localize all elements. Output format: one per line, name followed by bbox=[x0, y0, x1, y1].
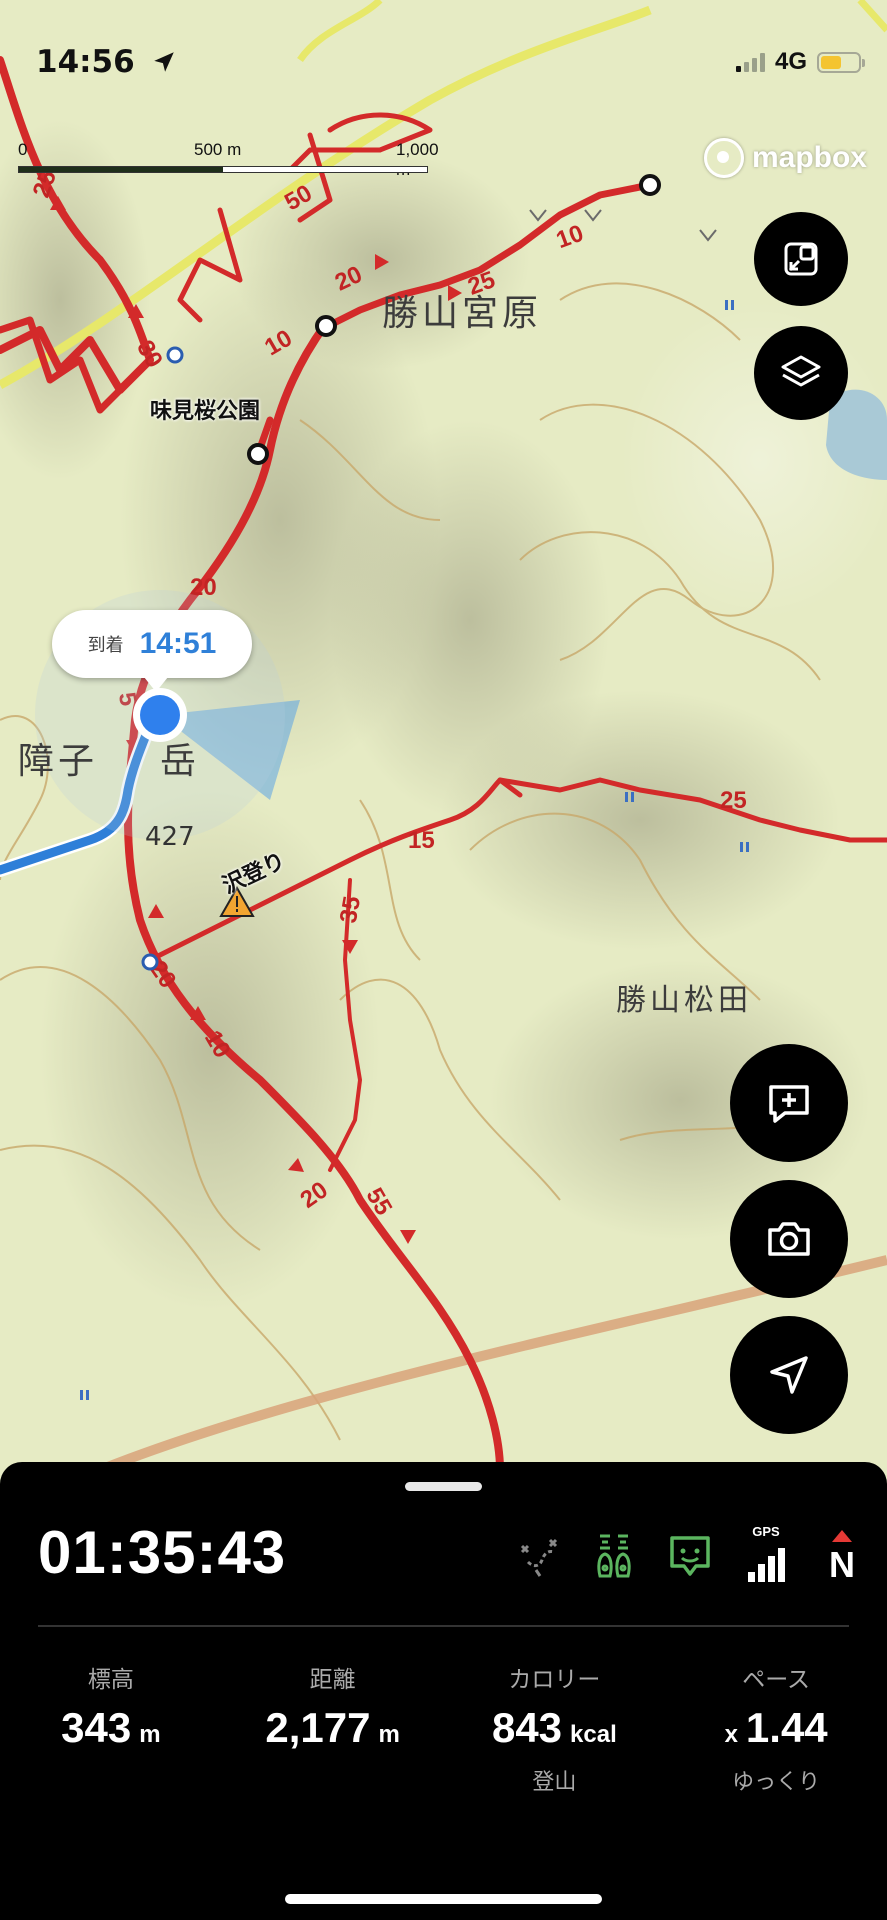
companion-icon[interactable] bbox=[665, 1528, 715, 1584]
activity-panel[interactable]: 01:35:43 GPS N 標高 343 m 距離 2,177 m カロリー … bbox=[0, 1462, 887, 1920]
panel-divider bbox=[38, 1625, 849, 1627]
camera-button[interactable] bbox=[730, 1180, 848, 1298]
elevation-label: 427 bbox=[145, 822, 195, 852]
expand-icon bbox=[784, 242, 818, 276]
gps-label: GPS bbox=[752, 1524, 780, 1539]
stat-calories[interactable]: カロリー 843 kcal 登山 bbox=[444, 1660, 666, 1795]
stat-elevation[interactable]: 標高 343 m bbox=[0, 1660, 222, 1794]
scale-start-label: 0 bbox=[18, 140, 28, 159]
stat-value: 2,177 bbox=[265, 1704, 371, 1751]
stat-distance[interactable]: 距離 2,177 m bbox=[222, 1660, 444, 1794]
camera-icon bbox=[768, 1222, 810, 1256]
stat-unit: kcal bbox=[570, 1721, 617, 1748]
waypoint-marker bbox=[639, 174, 661, 196]
battery-icon bbox=[817, 51, 865, 73]
scale-mid-label: 500 m bbox=[194, 140, 242, 159]
eta-bubble[interactable]: 到着 14:51 bbox=[52, 610, 252, 692]
layers-icon bbox=[781, 355, 821, 387]
waypoint-marker bbox=[315, 315, 337, 337]
stat-unit: m bbox=[139, 1721, 161, 1748]
poi-label[interactable]: 味見桜公園 bbox=[150, 393, 260, 425]
compass-label: N bbox=[829, 1544, 855, 1585]
route-number: 25 bbox=[720, 787, 747, 814]
add-memo-button[interactable] bbox=[730, 1044, 848, 1162]
stat-value: 1.44 bbox=[745, 1704, 828, 1751]
elapsed-timer: 01:35:43 bbox=[38, 1519, 287, 1586]
add-note-icon bbox=[769, 1085, 809, 1123]
location-services-icon bbox=[154, 52, 175, 72]
route-off-icon[interactable] bbox=[513, 1528, 563, 1584]
expand-button[interactable] bbox=[754, 212, 848, 306]
home-indicator[interactable] bbox=[285, 1894, 602, 1904]
stat-sub: 登山 bbox=[532, 1770, 577, 1795]
compass-icon[interactable]: N bbox=[817, 1528, 867, 1585]
place-label: 勝山松田 bbox=[616, 983, 752, 1018]
stat-value: 843 bbox=[491, 1704, 563, 1751]
stat-pace[interactable]: ペース x 1.44 ゆっくり bbox=[665, 1660, 887, 1795]
stat-value: 343 bbox=[61, 1704, 132, 1751]
waypoint-marker bbox=[247, 443, 269, 465]
stat-label: ペース bbox=[742, 1667, 811, 1693]
stat-label: カロリー bbox=[508, 1667, 601, 1693]
place-label: 岳 bbox=[160, 741, 201, 782]
scale-end-label: 1,000 m bbox=[396, 140, 439, 179]
eta-label: 到着 bbox=[87, 635, 124, 656]
mapbox-logo-icon bbox=[703, 138, 744, 178]
mapbox-wordmark: mapbox bbox=[751, 141, 867, 174]
route-number: 35 bbox=[335, 894, 366, 925]
stat-label: 距離 bbox=[309, 1667, 356, 1693]
mapbox-attribution[interactable]: mapbox bbox=[703, 138, 867, 178]
bear-bell-icon[interactable] bbox=[589, 1528, 639, 1584]
status-indicators: 4G bbox=[735, 48, 865, 76]
drag-handle[interactable] bbox=[405, 1482, 482, 1491]
locate-button[interactable] bbox=[730, 1316, 848, 1434]
route-number: 15 bbox=[408, 827, 435, 854]
stat-prefix: x bbox=[724, 1721, 738, 1748]
stat-sub bbox=[0, 1764, 222, 1794]
stats-row: 標高 343 m 距離 2,177 m カロリー 843 kcal 登山 ペース x1… bbox=[0, 1660, 887, 1795]
place-label: 勝山宮原 bbox=[382, 293, 543, 334]
stat-sub: ゆっくり bbox=[732, 1770, 821, 1795]
cellular-signal-icon bbox=[735, 52, 765, 72]
stat-unit: m bbox=[378, 1721, 400, 1748]
eta-time: 14:51 bbox=[139, 627, 217, 660]
status-time: 14:56 bbox=[36, 44, 177, 80]
status-icon-row: GPS N bbox=[513, 1524, 867, 1585]
gps-signal-icon[interactable]: GPS bbox=[741, 1524, 791, 1584]
layers-button[interactable] bbox=[754, 326, 848, 420]
location-arrow-icon bbox=[770, 1356, 808, 1394]
place-label: 障子 bbox=[18, 741, 99, 782]
stat-sub bbox=[222, 1764, 444, 1794]
stat-label: 標高 bbox=[87, 1667, 134, 1693]
network-type: 4G bbox=[774, 48, 807, 75]
